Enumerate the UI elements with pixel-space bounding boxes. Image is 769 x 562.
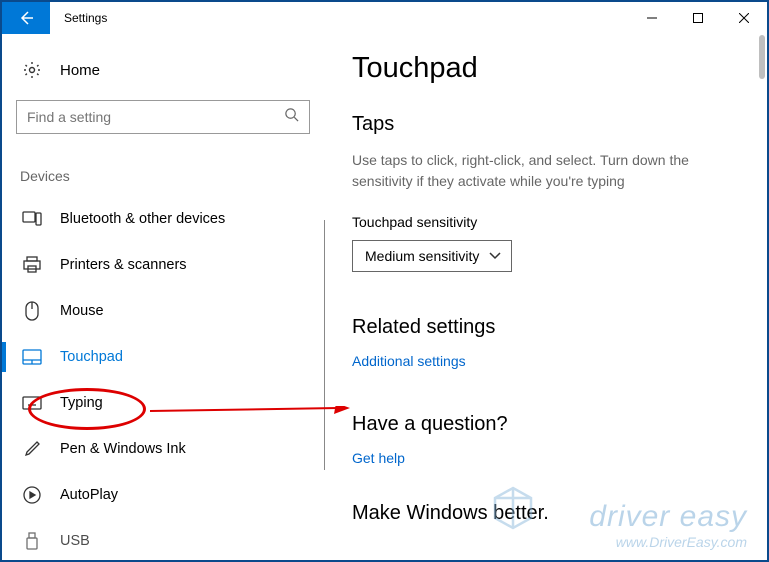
sidebar-item-label: Pen & Windows Ink [60,441,186,457]
sidebar-item-label: Mouse [60,303,104,319]
sensitivity-label: Touchpad sensitivity [352,214,747,230]
search-input[interactable] [27,109,284,125]
sidebar-item-label: AutoPlay [60,487,118,503]
window-controls [629,2,767,34]
main-panel: Touchpad Taps Use taps to click, right-c… [324,34,767,560]
close-button[interactable] [721,2,767,34]
maximize-button[interactable] [675,2,721,34]
printer-icon [22,255,42,275]
sensitivity-dropdown[interactable]: Medium sensitivity [352,240,512,272]
home-button[interactable]: Home [16,52,310,100]
related-heading: Related settings [352,316,747,339]
touchpad-icon [22,347,42,367]
sidebar-item-label: Typing [60,395,103,411]
devices-icon [22,209,42,229]
content-area: Home Devices Bluetooth & other devices P… [2,34,767,560]
search-icon [284,107,299,127]
question-heading: Have a question? [352,413,747,436]
sidebar-item-label: Touchpad [60,349,123,365]
home-label: Home [60,62,100,79]
sidebar-item-bluetooth[interactable]: Bluetooth & other devices [16,196,310,242]
sidebar-item-label: Bluetooth & other devices [60,211,225,227]
mouse-icon [22,301,42,321]
sidebar-item-label: USB [60,533,90,549]
sidebar-item-typing[interactable]: Typing [16,380,310,426]
sidebar-item-pen[interactable]: Pen & Windows Ink [16,426,310,472]
pen-icon [22,439,42,459]
window-title: Settings [50,2,629,34]
taps-heading: Taps [352,113,747,136]
minimize-icon [647,13,657,23]
autoplay-icon [22,485,42,505]
sidebar: Home Devices Bluetooth & other devices P… [2,34,324,560]
category-label: Devices [16,168,310,184]
gear-icon [22,60,42,80]
sidebar-item-touchpad[interactable]: Touchpad [16,334,310,380]
minimize-button[interactable] [629,2,675,34]
get-help-link[interactable]: Get help [352,450,405,466]
close-icon [739,13,749,23]
sensitivity-value: Medium sensitivity [365,248,479,264]
usb-icon [22,531,42,551]
sidebar-item-autoplay[interactable]: AutoPlay [16,472,310,518]
titlebar: Settings [2,2,767,34]
taps-description: Use taps to click, right-click, and sele… [352,150,722,192]
scrollbar-thumb[interactable] [759,35,765,79]
sidebar-item-mouse[interactable]: Mouse [16,288,310,334]
page-title: Touchpad [352,52,747,85]
chevron-down-icon [489,252,501,260]
search-input-container[interactable] [16,100,310,134]
additional-settings-link[interactable]: Additional settings [352,353,466,369]
sidebar-item-label: Printers & scanners [60,257,187,273]
maximize-icon [693,13,703,23]
arrow-left-icon [18,10,34,26]
better-heading: Make Windows better. [352,502,747,525]
back-button[interactable] [2,2,50,34]
sidebar-item-usb[interactable]: USB [16,518,310,551]
sidebar-item-printers[interactable]: Printers & scanners [16,242,310,288]
keyboard-icon [22,393,42,413]
